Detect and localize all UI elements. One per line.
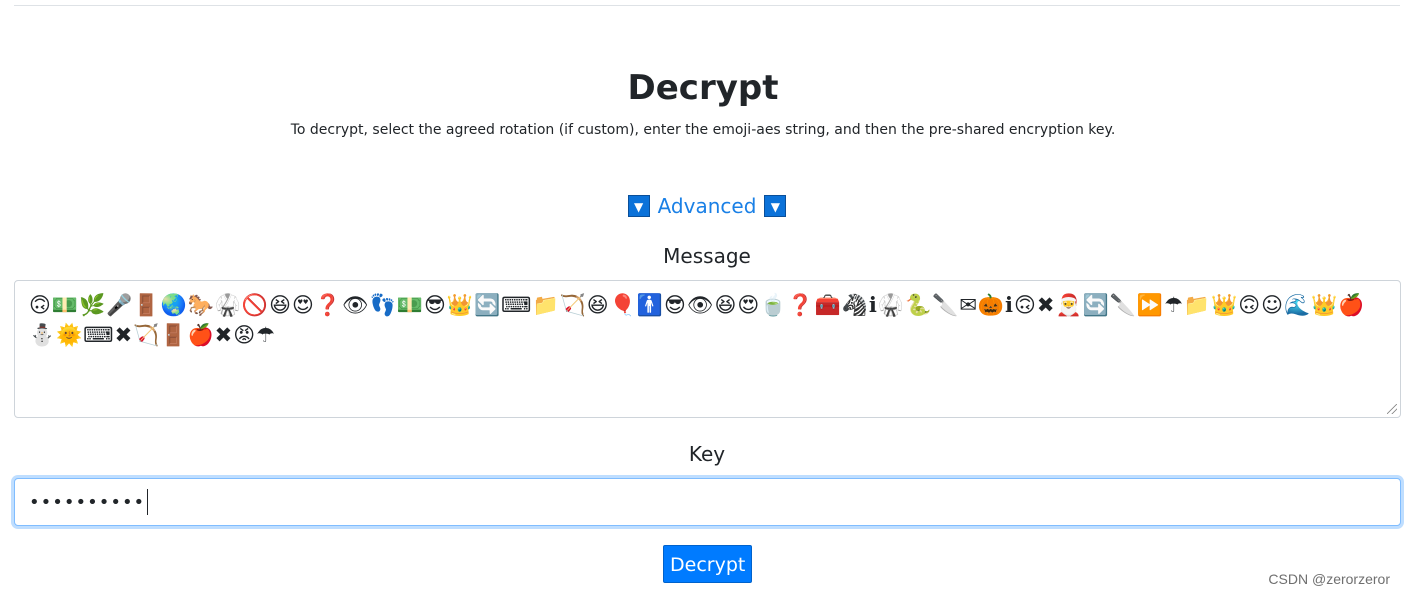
top-divider xyxy=(14,5,1400,6)
page-title: Decrypt xyxy=(627,68,779,108)
page-subtitle: To decrypt, select the agreed rotation (… xyxy=(290,122,1116,138)
key-label: Key xyxy=(688,442,726,466)
key-masked-value: •••••••••• xyxy=(29,491,146,513)
message-text: 🙃💵🌿🎤🚪🌏🐎🥋🚫😆😍❓👁👣💵😎👑🔄⌨📁🏹😆🎈🚹😎👁😆😍🍵❓🧰🦓ℹ🥋🐍🔪✉🎃ℹ🙃… xyxy=(29,293,1366,347)
text-caret xyxy=(147,489,149,515)
watermark: CSDN @zerorzeror xyxy=(1268,571,1390,587)
decrypt-button[interactable]: Decrypt xyxy=(663,545,752,583)
advanced-toggle[interactable]: ▼ Advanced ▼ xyxy=(0,193,1406,219)
triangle-down-icon[interactable]: ▼ xyxy=(764,195,787,217)
triangle-down-icon[interactable]: ▼ xyxy=(627,195,650,217)
message-label: Message xyxy=(663,244,751,268)
resize-handle[interactable] xyxy=(1387,404,1397,414)
key-input[interactable]: •••••••••• xyxy=(14,478,1401,526)
advanced-link[interactable]: Advanced xyxy=(658,193,757,219)
message-textarea[interactable]: 🙃💵🌿🎤🚪🌏🐎🥋🚫😆😍❓👁👣💵😎👑🔄⌨📁🏹😆🎈🚹😎👁😆😍🍵❓🧰🦓ℹ🥋🐍🔪✉🎃ℹ🙃… xyxy=(14,280,1401,418)
